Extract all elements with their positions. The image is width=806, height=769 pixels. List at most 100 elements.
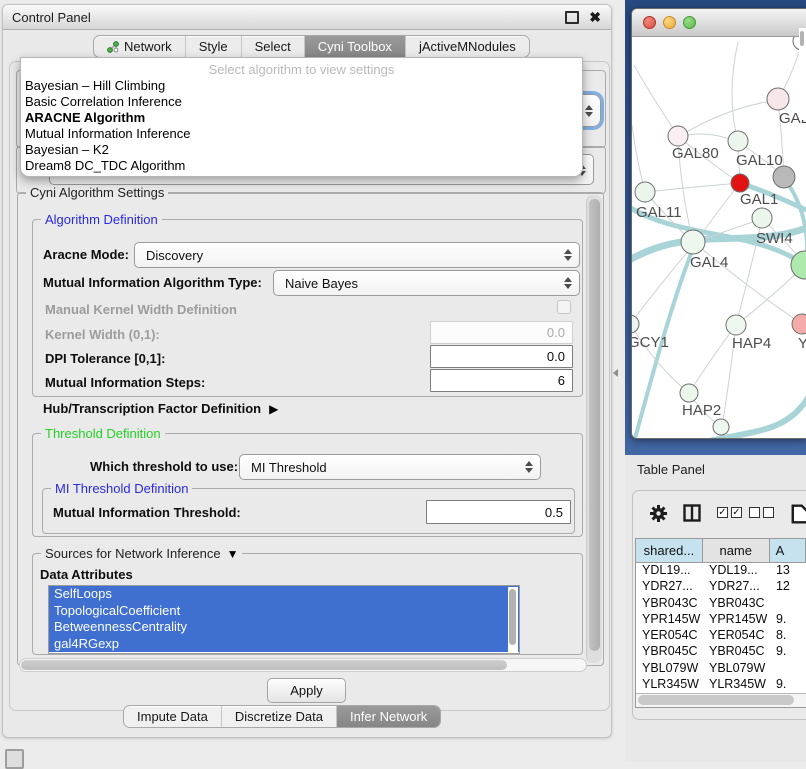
dropdown-item[interactable]: Bayesian – K2: [21, 142, 582, 158]
dropdown-item[interactable]: Mutual Information Inference: [21, 126, 582, 142]
scrollbar-thumb[interactable]: [21, 660, 507, 670]
network-node-gal1[interactable]: [731, 174, 749, 192]
network-edge[interactable]: [634, 65, 678, 136]
table-row[interactable]: YLR345WYLR345W9.: [636, 677, 806, 693]
zoom-traffic-light-icon[interactable]: [683, 16, 696, 29]
tab-style[interactable]: Style: [186, 36, 242, 57]
node-attribute-table[interactable]: shared...nameA YDL19...YDL19...13YDR27..…: [635, 538, 806, 708]
node-label: SWI4: [756, 230, 793, 247]
apply-button[interactable]: Apply: [267, 678, 346, 703]
bottom-tab-discretize-data[interactable]: Discretize Data: [222, 706, 337, 727]
select-all-checkboxes-icon[interactable]: ✓✓: [717, 507, 742, 518]
minimized-panel-icon[interactable]: [5, 749, 24, 769]
mi-threshold-field[interactable]: 0.5: [426, 500, 571, 524]
tab-jactivemnodules[interactable]: jActiveMNodules: [406, 36, 529, 57]
tab-cyni-toolbox[interactable]: Cyni Toolbox: [305, 36, 406, 57]
column-layout-icon[interactable]: [683, 504, 701, 522]
mi-threshold-group: MI Threshold Definition Mutual Informati…: [42, 488, 575, 534]
attribute-list-item[interactable]: BetweennessCentrality: [49, 619, 519, 636]
table-row[interactable]: YPR145WYPR145W9.: [636, 612, 806, 628]
network-node-gal80[interactable]: [668, 126, 688, 146]
settings-horizontal-scrollbar[interactable]: [19, 658, 587, 672]
network-node-hap2[interactable]: [680, 384, 698, 402]
manual-kernel-checkbox[interactable]: [557, 300, 571, 314]
document-icon[interactable]: [790, 504, 806, 524]
scrollbar-thumb[interactable]: [638, 695, 794, 705]
network-canvas[interactable]: GALGAL80GAL10GAL1GAL11SWI4GAL4GCY1HAP4YH…: [632, 37, 806, 438]
network-node-swi4[interactable]: [752, 208, 772, 228]
network-window-titlebar[interactable]: [632, 9, 806, 37]
dropdown-item[interactable]: Basic Correlation Inference: [21, 94, 582, 110]
which-threshold-label: Which threshold to use:: [90, 459, 238, 474]
table-row[interactable]: YER054CYER054C8.: [636, 628, 806, 644]
tab-network[interactable]: Network: [94, 36, 186, 57]
table-cell: [770, 596, 806, 612]
mi-algorithm-type-combobox[interactable]: Naive Bayes: [273, 270, 580, 296]
data-attributes-list[interactable]: SelfLoopsTopologicalCoefficientBetweenne…: [48, 585, 520, 654]
table-row[interactable]: YBL079WYBL079W: [636, 661, 806, 677]
attribute-list-item[interactable]: gal4RGexp: [49, 636, 519, 653]
close-icon[interactable]: ✖: [589, 5, 601, 29]
mi-type-label: Mutual Information Algorithm Type:: [43, 275, 262, 290]
network-edge[interactable]: [732, 42, 738, 142]
dropdown-item[interactable]: ARACNE Algorithm: [21, 110, 582, 126]
table-row[interactable]: YBR045CYBR045C9.: [636, 644, 806, 660]
attribute-list-item[interactable]: SelfLoops: [49, 586, 519, 603]
network-node-gal4[interactable]: [681, 230, 705, 254]
float-window-icon[interactable]: [565, 11, 579, 24]
table-row[interactable]: YBR043CYBR043C: [636, 596, 806, 612]
network-node[interactable]: [773, 166, 795, 188]
which-threshold-combobox[interactable]: MI Threshold: [239, 454, 541, 480]
bottom-tab-impute-data[interactable]: Impute Data: [124, 706, 222, 727]
network-edge[interactable]: [645, 183, 740, 192]
mi-threshold-group-title: MI Threshold Definition: [51, 481, 192, 496]
split-pane-collapse-icon[interactable]: [613, 369, 618, 377]
tab-label: Style: [199, 39, 228, 54]
scrollbar-thumb[interactable]: [589, 199, 600, 651]
combo-stepper-icon: [581, 105, 600, 117]
network-node[interactable]: [713, 419, 729, 435]
control-panel-titlebar: Control Panel ✖: [3, 5, 611, 30]
column-header[interactable]: name: [703, 539, 770, 562]
attribute-list-item[interactable]: TopologicalCoefficient: [49, 603, 519, 620]
deselect-all-checkboxes-icon[interactable]: [749, 507, 774, 518]
minimize-traffic-light-icon[interactable]: [663, 16, 676, 29]
aracne-mode-combobox[interactable]: Discovery: [134, 242, 580, 268]
table-row[interactable]: YDL19...YDL19...13: [636, 563, 806, 579]
network-node-hap4[interactable]: [726, 315, 746, 335]
gear-icon[interactable]: [649, 504, 668, 523]
network-scrollbar-thumb[interactable]: [800, 31, 804, 46]
dpi-tolerance-field[interactable]: 0.0: [430, 345, 573, 368]
expander-expanded-icon[interactable]: ▼: [227, 547, 239, 561]
table-cell: YER054C: [636, 628, 703, 644]
table-cell: YPR145W: [636, 612, 703, 628]
table-cell: YER054C: [703, 628, 770, 644]
network-node-gal10[interactable]: [728, 131, 748, 151]
column-header[interactable]: shared...: [636, 539, 703, 562]
tab-select[interactable]: Select: [242, 36, 305, 57]
network-edge[interactable]: [678, 100, 778, 137]
network-icon: [107, 41, 119, 53]
kernel-width-field[interactable]: 0.0: [430, 321, 573, 344]
dropdown-item[interactable]: Bayesian – Hill Climbing: [21, 78, 582, 94]
network-node-gcy1[interactable]: [632, 315, 639, 333]
bottom-tab-infer-network[interactable]: Infer Network: [337, 706, 440, 727]
table-horizontal-scrollbar[interactable]: [636, 693, 806, 707]
column-header[interactable]: A: [770, 539, 806, 562]
scrollbar-thumb[interactable]: [509, 589, 516, 645]
settings-vertical-scrollbar[interactable]: [586, 195, 602, 663]
close-traffic-light-icon[interactable]: [643, 16, 656, 29]
table-cell: YDL19...: [703, 563, 770, 579]
list-vertical-scrollbar[interactable]: [508, 587, 518, 652]
table-cell: 13: [770, 563, 806, 579]
table-cell: YBR043C: [703, 596, 770, 612]
hub-definition-expander[interactable]: Hub/Transcription Factor Definition ▶: [43, 401, 278, 416]
network-node-gal11[interactable]: [635, 182, 655, 202]
dropdown-item[interactable]: Dream8 DC_TDC Algorithm: [21, 158, 582, 174]
network-node-y[interactable]: [792, 314, 806, 334]
network-node-gal[interactable]: [767, 88, 789, 110]
sources-group: Sources for Network Inference ▼ Data Att…: [32, 553, 583, 655]
mi-steps-field[interactable]: 6: [430, 369, 573, 392]
table-row[interactable]: YDR27...YDR27...12: [636, 579, 806, 595]
bottom-tab-label: Infer Network: [350, 709, 427, 724]
